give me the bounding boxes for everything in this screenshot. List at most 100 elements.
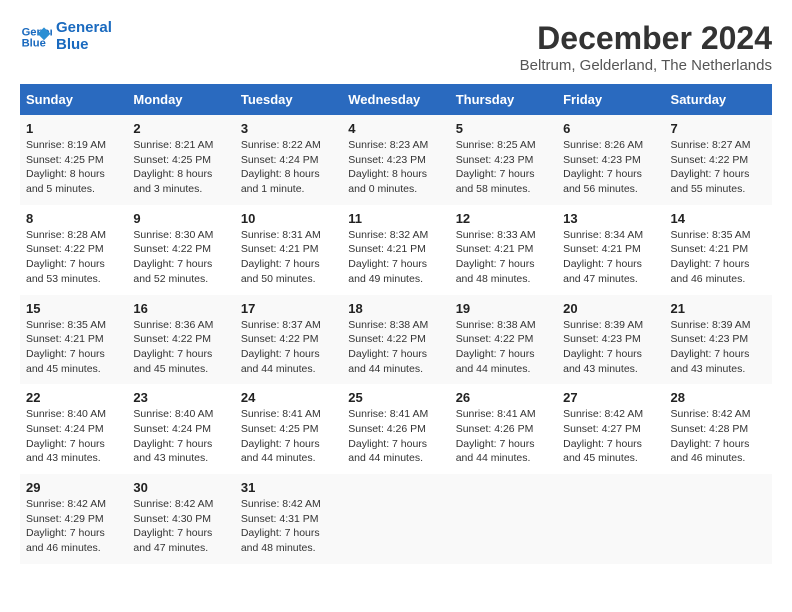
day-info: Sunrise: 8:42 AMSunset: 4:30 PMDaylight:… [133, 498, 213, 554]
day-number: 24 [241, 390, 336, 405]
day-info: Sunrise: 8:34 AMSunset: 4:21 PMDaylight:… [563, 229, 643, 285]
calendar-week-row: 22 Sunrise: 8:40 AMSunset: 4:24 PMDaylig… [20, 384, 772, 474]
day-number: 13 [563, 211, 658, 226]
day-info: Sunrise: 8:35 AMSunset: 4:21 PMDaylight:… [671, 229, 751, 285]
weekday-header-tuesday: Tuesday [235, 84, 342, 115]
day-info: Sunrise: 8:42 AMSunset: 4:31 PMDaylight:… [241, 498, 321, 554]
calendar-day-cell: 20 Sunrise: 8:39 AMSunset: 4:23 PMDaylig… [557, 295, 664, 385]
calendar-table: SundayMondayTuesdayWednesdayThursdayFrid… [20, 84, 772, 564]
weekday-header-sunday: Sunday [20, 84, 127, 115]
calendar-day-cell: 5 Sunrise: 8:25 AMSunset: 4:23 PMDayligh… [450, 115, 557, 205]
day-number: 17 [241, 301, 336, 316]
day-info: Sunrise: 8:26 AMSunset: 4:23 PMDaylight:… [563, 139, 643, 195]
calendar-day-cell: 17 Sunrise: 8:37 AMSunset: 4:22 PMDaylig… [235, 295, 342, 385]
day-number: 1 [26, 121, 121, 136]
logo-text-general: General [56, 20, 112, 37]
calendar-day-cell: 6 Sunrise: 8:26 AMSunset: 4:23 PMDayligh… [557, 115, 664, 205]
calendar-day-cell: 1 Sunrise: 8:19 AMSunset: 4:25 PMDayligh… [20, 115, 127, 205]
day-info: Sunrise: 8:42 AMSunset: 4:29 PMDaylight:… [26, 498, 106, 554]
calendar-day-cell: 14 Sunrise: 8:35 AMSunset: 4:21 PMDaylig… [665, 205, 772, 295]
calendar-day-cell: 11 Sunrise: 8:32 AMSunset: 4:21 PMDaylig… [342, 205, 449, 295]
day-info: Sunrise: 8:19 AMSunset: 4:25 PMDaylight:… [26, 139, 106, 195]
logo-icon: General Blue [20, 21, 52, 53]
calendar-day-cell: 7 Sunrise: 8:27 AMSunset: 4:22 PMDayligh… [665, 115, 772, 205]
day-number: 4 [348, 121, 443, 136]
empty-day-cell [557, 474, 664, 564]
day-info: Sunrise: 8:42 AMSunset: 4:28 PMDaylight:… [671, 408, 751, 464]
calendar-day-cell: 13 Sunrise: 8:34 AMSunset: 4:21 PMDaylig… [557, 205, 664, 295]
weekday-header-thursday: Thursday [450, 84, 557, 115]
day-info: Sunrise: 8:38 AMSunset: 4:22 PMDaylight:… [456, 319, 536, 375]
day-number: 23 [133, 390, 228, 405]
calendar-day-cell: 24 Sunrise: 8:41 AMSunset: 4:25 PMDaylig… [235, 384, 342, 474]
calendar-day-cell: 31 Sunrise: 8:42 AMSunset: 4:31 PMDaylig… [235, 474, 342, 564]
day-info: Sunrise: 8:37 AMSunset: 4:22 PMDaylight:… [241, 319, 321, 375]
day-number: 15 [26, 301, 121, 316]
calendar-day-cell: 30 Sunrise: 8:42 AMSunset: 4:30 PMDaylig… [127, 474, 234, 564]
day-number: 9 [133, 211, 228, 226]
empty-day-cell [665, 474, 772, 564]
calendar-day-cell: 29 Sunrise: 8:42 AMSunset: 4:29 PMDaylig… [20, 474, 127, 564]
day-info: Sunrise: 8:31 AMSunset: 4:21 PMDaylight:… [241, 229, 321, 285]
day-number: 27 [563, 390, 658, 405]
day-info: Sunrise: 8:22 AMSunset: 4:24 PMDaylight:… [241, 139, 321, 195]
day-info: Sunrise: 8:41 AMSunset: 4:26 PMDaylight:… [348, 408, 428, 464]
day-info: Sunrise: 8:30 AMSunset: 4:22 PMDaylight:… [133, 229, 213, 285]
calendar-day-cell: 15 Sunrise: 8:35 AMSunset: 4:21 PMDaylig… [20, 295, 127, 385]
day-number: 12 [456, 211, 551, 226]
day-number: 3 [241, 121, 336, 136]
weekday-header-wednesday: Wednesday [342, 84, 449, 115]
day-info: Sunrise: 8:41 AMSunset: 4:26 PMDaylight:… [456, 408, 536, 464]
day-info: Sunrise: 8:35 AMSunset: 4:21 PMDaylight:… [26, 319, 106, 375]
calendar-day-cell: 2 Sunrise: 8:21 AMSunset: 4:25 PMDayligh… [127, 115, 234, 205]
logo: General Blue General Blue [20, 20, 112, 53]
day-number: 26 [456, 390, 551, 405]
calendar-day-cell: 18 Sunrise: 8:38 AMSunset: 4:22 PMDaylig… [342, 295, 449, 385]
calendar-day-cell: 8 Sunrise: 8:28 AMSunset: 4:22 PMDayligh… [20, 205, 127, 295]
calendar-day-cell: 16 Sunrise: 8:36 AMSunset: 4:22 PMDaylig… [127, 295, 234, 385]
day-info: Sunrise: 8:39 AMSunset: 4:23 PMDaylight:… [671, 319, 751, 375]
day-number: 29 [26, 480, 121, 495]
day-number: 28 [671, 390, 766, 405]
weekday-header-row: SundayMondayTuesdayWednesdayThursdayFrid… [20, 84, 772, 115]
weekday-header-saturday: Saturday [665, 84, 772, 115]
day-number: 31 [241, 480, 336, 495]
weekday-header-friday: Friday [557, 84, 664, 115]
calendar-day-cell: 9 Sunrise: 8:30 AMSunset: 4:22 PMDayligh… [127, 205, 234, 295]
day-info: Sunrise: 8:23 AMSunset: 4:23 PMDaylight:… [348, 139, 428, 195]
day-number: 5 [456, 121, 551, 136]
day-number: 30 [133, 480, 228, 495]
day-info: Sunrise: 8:40 AMSunset: 4:24 PMDaylight:… [26, 408, 106, 464]
calendar-day-cell: 10 Sunrise: 8:31 AMSunset: 4:21 PMDaylig… [235, 205, 342, 295]
calendar-day-cell: 28 Sunrise: 8:42 AMSunset: 4:28 PMDaylig… [665, 384, 772, 474]
day-number: 2 [133, 121, 228, 136]
calendar-day-cell: 22 Sunrise: 8:40 AMSunset: 4:24 PMDaylig… [20, 384, 127, 474]
day-info: Sunrise: 8:39 AMSunset: 4:23 PMDaylight:… [563, 319, 643, 375]
day-info: Sunrise: 8:40 AMSunset: 4:24 PMDaylight:… [133, 408, 213, 464]
calendar-week-row: 15 Sunrise: 8:35 AMSunset: 4:21 PMDaylig… [20, 295, 772, 385]
logo-text-blue: Blue [56, 37, 112, 54]
page-header: General Blue General Blue December 2024 … [20, 20, 772, 74]
day-number: 14 [671, 211, 766, 226]
svg-text:Blue: Blue [22, 37, 46, 49]
calendar-week-row: 1 Sunrise: 8:19 AMSunset: 4:25 PMDayligh… [20, 115, 772, 205]
day-number: 20 [563, 301, 658, 316]
day-number: 11 [348, 211, 443, 226]
day-number: 21 [671, 301, 766, 316]
day-info: Sunrise: 8:28 AMSunset: 4:22 PMDaylight:… [26, 229, 106, 285]
day-info: Sunrise: 8:27 AMSunset: 4:22 PMDaylight:… [671, 139, 751, 195]
day-info: Sunrise: 8:36 AMSunset: 4:22 PMDaylight:… [133, 319, 213, 375]
calendar-day-cell: 4 Sunrise: 8:23 AMSunset: 4:23 PMDayligh… [342, 115, 449, 205]
calendar-day-cell: 26 Sunrise: 8:41 AMSunset: 4:26 PMDaylig… [450, 384, 557, 474]
calendar-day-cell: 27 Sunrise: 8:42 AMSunset: 4:27 PMDaylig… [557, 384, 664, 474]
weekday-header-monday: Monday [127, 84, 234, 115]
day-number: 19 [456, 301, 551, 316]
calendar-day-cell: 19 Sunrise: 8:38 AMSunset: 4:22 PMDaylig… [450, 295, 557, 385]
calendar-day-cell: 3 Sunrise: 8:22 AMSunset: 4:24 PMDayligh… [235, 115, 342, 205]
day-info: Sunrise: 8:41 AMSunset: 4:25 PMDaylight:… [241, 408, 321, 464]
day-info: Sunrise: 8:25 AMSunset: 4:23 PMDaylight:… [456, 139, 536, 195]
day-info: Sunrise: 8:33 AMSunset: 4:21 PMDaylight:… [456, 229, 536, 285]
day-number: 7 [671, 121, 766, 136]
day-info: Sunrise: 8:38 AMSunset: 4:22 PMDaylight:… [348, 319, 428, 375]
calendar-week-row: 29 Sunrise: 8:42 AMSunset: 4:29 PMDaylig… [20, 474, 772, 564]
